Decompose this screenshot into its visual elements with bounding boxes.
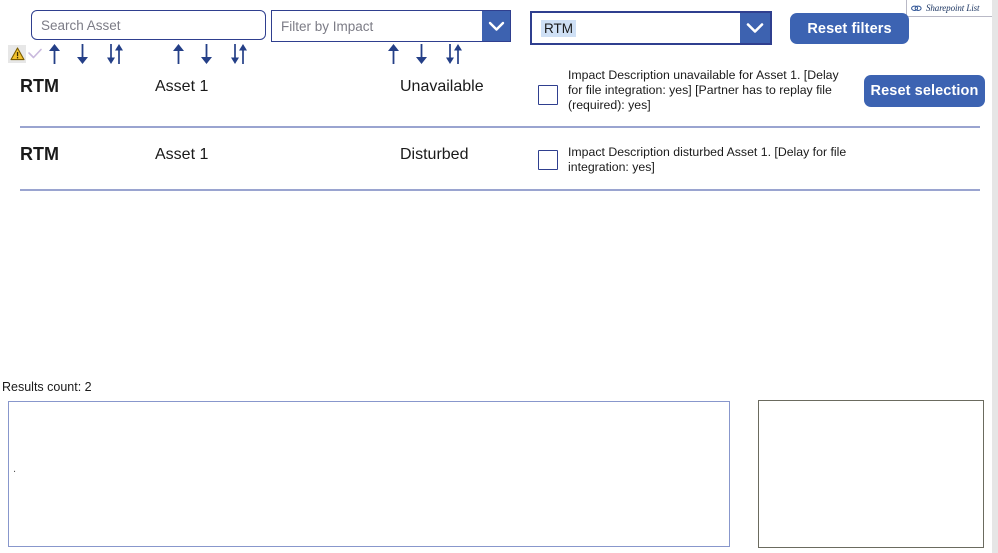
row-divider (20, 189, 980, 191)
row-description: Impact Description unavailable for Asset… (568, 68, 839, 112)
impact-filter-dropdown[interactable]: Filter by Impact (271, 10, 511, 42)
table-row[interactable]: RTM Asset 1 Disturbed Impact Description… (0, 134, 998, 188)
sorter-asset-id (8, 43, 125, 65)
row-select-checkbox[interactable] (538, 85, 558, 105)
left-detail-panel[interactable]: . (8, 401, 730, 547)
impact-filter-value: Filter by Impact (281, 18, 374, 34)
sort-both-icon[interactable] (229, 43, 249, 65)
sort-descending-icon[interactable] (198, 43, 215, 65)
scope-dropdown-selected-text: RTM (541, 19, 576, 37)
search-input[interactable] (31, 10, 266, 40)
check-icon[interactable] (27, 47, 43, 61)
row-description: Impact Description disturbed Asset 1. [D… (568, 145, 847, 174)
warning-triangle-icon[interactable] (8, 45, 26, 63)
reset-filters-button[interactable]: Reset filters (790, 13, 909, 44)
row-asset-name: Asset 1 (155, 146, 209, 163)
reset-selection-button[interactable]: Reset selection (864, 75, 985, 107)
sorter-asset-name (170, 43, 249, 65)
sort-both-icon[interactable] (444, 43, 464, 65)
chevron-down-icon[interactable] (482, 11, 510, 41)
row-select-checkbox[interactable] (538, 150, 558, 170)
row-impact: Unavailable (400, 78, 484, 95)
filter-bar: Filter by Impact RTM Reset filters (0, 0, 998, 46)
row-impact: Disturbed (400, 146, 469, 163)
page-scrollbar[interactable] (992, 0, 998, 553)
scope-dropdown-value: RTM (532, 13, 740, 43)
row-divider (20, 126, 980, 128)
row-asset-id: RTM (20, 144, 59, 164)
scope-dropdown[interactable]: RTM (530, 11, 772, 45)
left-panel-text: . (13, 463, 17, 475)
sort-ascending-icon[interactable] (170, 43, 187, 65)
sort-ascending-icon[interactable] (46, 43, 63, 65)
sorter-impact (385, 43, 464, 65)
sort-descending-icon[interactable] (413, 43, 430, 65)
sort-ascending-icon[interactable] (385, 43, 402, 65)
row-asset-name: Asset 1 (155, 78, 209, 95)
table-row[interactable]: RTM Asset 1 Unavailable Impact Descripti… (0, 66, 998, 124)
row-asset-id: RTM (20, 76, 59, 96)
sort-descending-icon[interactable] (74, 43, 91, 65)
results-count-label: Results count: 2 (2, 380, 92, 394)
chevron-down-icon[interactable] (740, 13, 770, 43)
sort-both-icon[interactable] (105, 43, 125, 65)
right-detail-panel[interactable] (758, 400, 984, 548)
